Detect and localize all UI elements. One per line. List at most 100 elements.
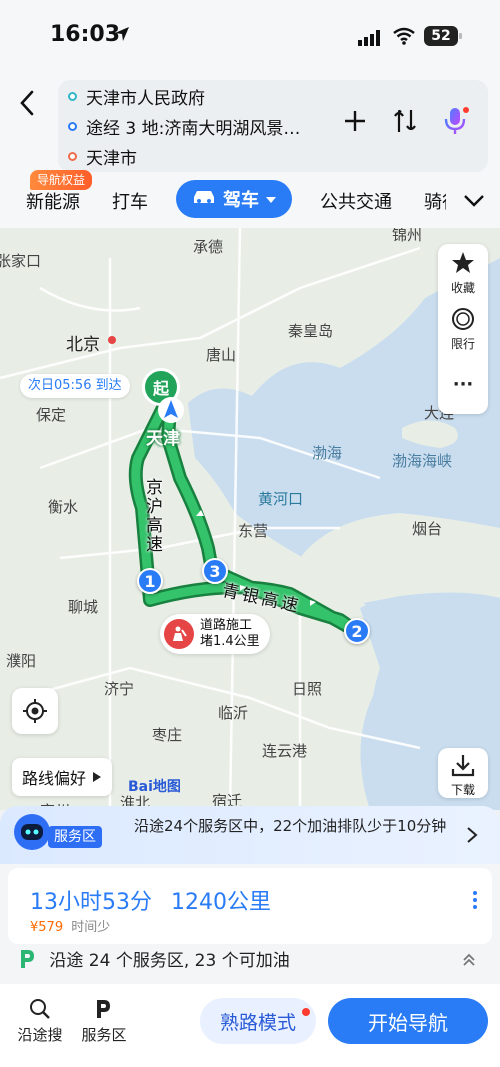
map-label-bohai-strait: 渤海海峡 [392, 452, 453, 470]
service-area-tag: 服务区 [48, 826, 102, 848]
route-toll: ¥579 [30, 920, 64, 935]
origin-label: 天津市人民政府 [86, 88, 205, 109]
tab-drive[interactable]: 驾车 [176, 180, 292, 218]
route-duration-distance: 13小时53分 1240公里 [30, 884, 271, 916]
familiar-route-mode-button[interactable]: 熟路模式 [200, 998, 316, 1044]
start-navigation-label: 开始导航 [368, 1010, 448, 1035]
route-duration: 13小时53分 [30, 890, 152, 915]
destination-dot-icon [68, 151, 77, 161]
construction-icon [164, 619, 194, 649]
arrival-time-tag: 次日05:56 到达 [20, 374, 130, 398]
restriction-icon [452, 308, 474, 330]
service-area-summary-text: 沿途 24 个服务区, 23 个可加油 [49, 951, 290, 971]
route-header: 天津市人民政府 途经 3 地:济南大明湖风景… 天津市 导航权益 新能源 打车 … [0, 72, 500, 232]
notification-dot [302, 1008, 310, 1016]
road-label-jinghu: 京沪高速 [142, 478, 162, 554]
assistant-robot-icon [14, 814, 50, 850]
origin-dot-icon [68, 91, 77, 101]
tab-cycling[interactable]: 骑行 [424, 188, 446, 214]
status-bar: 16:03 52 [0, 0, 500, 72]
waypoint-marker-1[interactable]: 1 [137, 568, 163, 594]
map-label-jining: 济宁 [104, 680, 135, 698]
start-navigation-button[interactable]: 开始导航 [328, 998, 488, 1044]
service-area-button[interactable]: 服务区 [74, 998, 134, 1045]
map-label-dongying: 东营 [238, 522, 269, 540]
map-label-baoding: 保定 [36, 406, 67, 424]
via-label: 途经 3 地:济南大明湖风景… [86, 118, 301, 139]
via-row[interactable]: 途经 3 地:济南大明湖风景… [68, 112, 300, 140]
map-label-liaocheng: 聊城 [68, 598, 99, 616]
battery-indicator: 52 [424, 26, 462, 46]
familiar-route-label: 熟路模式 [219, 1011, 296, 1034]
road-work-detail: 堵1.4公里 [200, 634, 260, 649]
add-stop-button[interactable] [338, 104, 372, 138]
origin-row[interactable]: 天津市人民政府 [68, 82, 205, 110]
collapse-icon[interactable] [462, 952, 476, 971]
chevron-down-icon [265, 189, 277, 210]
map-label-rizhao: 日照 [292, 680, 323, 698]
tab-transit[interactable]: 公共交通 [320, 188, 392, 214]
route-tag: 时间少 [71, 920, 111, 935]
nav-benefit-badge: 导航权益 [30, 170, 93, 190]
tab-taxi[interactable]: 打车 [112, 188, 148, 214]
map-label-zhangjiakou: 张家口 [0, 252, 42, 270]
parking-icon [21, 950, 34, 968]
expand-modes-icon[interactable] [462, 190, 486, 214]
map-label-beijing: 北京 [66, 335, 100, 355]
service-notice-text: 沿途24个服务区中，22个加油排队少于10分钟 [134, 817, 447, 835]
waypoint-marker-3[interactable]: 3 [202, 558, 228, 584]
tab-new-energy[interactable]: 新能源 [26, 188, 80, 214]
destination-label: 天津市 [86, 148, 137, 169]
service-notice-banner[interactable]: 服务区 沿途24个服务区中，22个加油排队少于10分钟 [0, 806, 500, 864]
road-work-bubble[interactable]: 道路施工 堵1.4公里 [160, 614, 270, 654]
map-label-chengde: 承德 [193, 238, 224, 256]
via-dot-icon [68, 121, 77, 131]
search-icon [30, 999, 50, 1019]
more-options-icon[interactable] [472, 890, 478, 914]
star-icon [452, 252, 474, 273]
map-label-yantai: 烟台 [412, 520, 443, 538]
favorite-label: 收藏 [450, 281, 475, 295]
map-label-lianyungang: 连云港 [262, 742, 308, 760]
route-map[interactable]: 张家口 承德 锦州 北京 唐山 秦皇岛 保定 天津 大连 渤海 渤海海峡 衡水 … [0, 228, 500, 810]
locate-button[interactable] [12, 688, 58, 734]
map-side-panel: 收藏 限行 ··· [438, 244, 488, 414]
swap-route-button[interactable] [388, 104, 422, 138]
travel-mode-tabs: 导航权益 新能源 打车 驾车 公共交通 骑行 [0, 170, 500, 230]
location-arrow-icon [114, 26, 130, 46]
service-area-icon [97, 1000, 110, 1018]
route-preference-button[interactable]: 路线偏好 [12, 758, 113, 796]
download-label: 下载 [450, 783, 475, 797]
favorite-button[interactable]: 收藏 [438, 250, 488, 296]
download-icon [451, 755, 475, 777]
waypoint-marker-2[interactable]: 2 [344, 618, 370, 644]
map-label-jinzhou: 锦州 [392, 228, 423, 244]
route-stops-panel[interactable]: 天津市人民政府 途经 3 地:济南大明湖风景… 天津市 [58, 80, 488, 172]
voice-mic-button[interactable] [438, 104, 472, 138]
restriction-label: 限行 [450, 337, 475, 351]
map-label-qinhuangdao: 秦皇岛 [288, 322, 334, 340]
service-area-label: 服务区 [81, 1026, 127, 1044]
wifi-icon [393, 27, 415, 49]
map-label-tangshan: 唐山 [206, 346, 237, 364]
car-icon [191, 188, 217, 211]
map-label-bohai: 渤海 [312, 444, 343, 462]
map-label-hengshui: 衡水 [48, 498, 79, 516]
route-summary-card[interactable]: 13小时53分 1240公里 ¥579 时间少 [8, 868, 492, 944]
route-sheet: 服务区 沿途24个服务区中，22个加油排队少于10分钟 13小时53分 1240… [0, 806, 500, 1067]
back-button[interactable] [14, 86, 42, 120]
download-button[interactable]: 下载 [438, 748, 488, 798]
map-label-zaozhuang: 枣庄 [152, 726, 183, 744]
service-area-summary[interactable]: 沿途 24 个服务区, 23 个可加油 [18, 946, 290, 971]
search-along-button[interactable]: 沿途搜 [10, 998, 70, 1045]
route-preference-label: 路线偏好 [22, 769, 87, 788]
route-subinfo: ¥579 时间少 [30, 916, 110, 935]
restriction-button[interactable]: 限行 [438, 306, 488, 352]
status-time: 16:03 [50, 22, 121, 47]
more-button[interactable]: ··· [438, 374, 488, 395]
map-label-linyi: 临沂 [218, 704, 249, 722]
map-label-puyang: 濮阳 [6, 652, 37, 670]
destination-row[interactable]: 天津市 [68, 142, 137, 170]
road-work-text: 道路施工 堵1.4公里 [200, 618, 260, 650]
chevron-right-icon [466, 826, 478, 848]
